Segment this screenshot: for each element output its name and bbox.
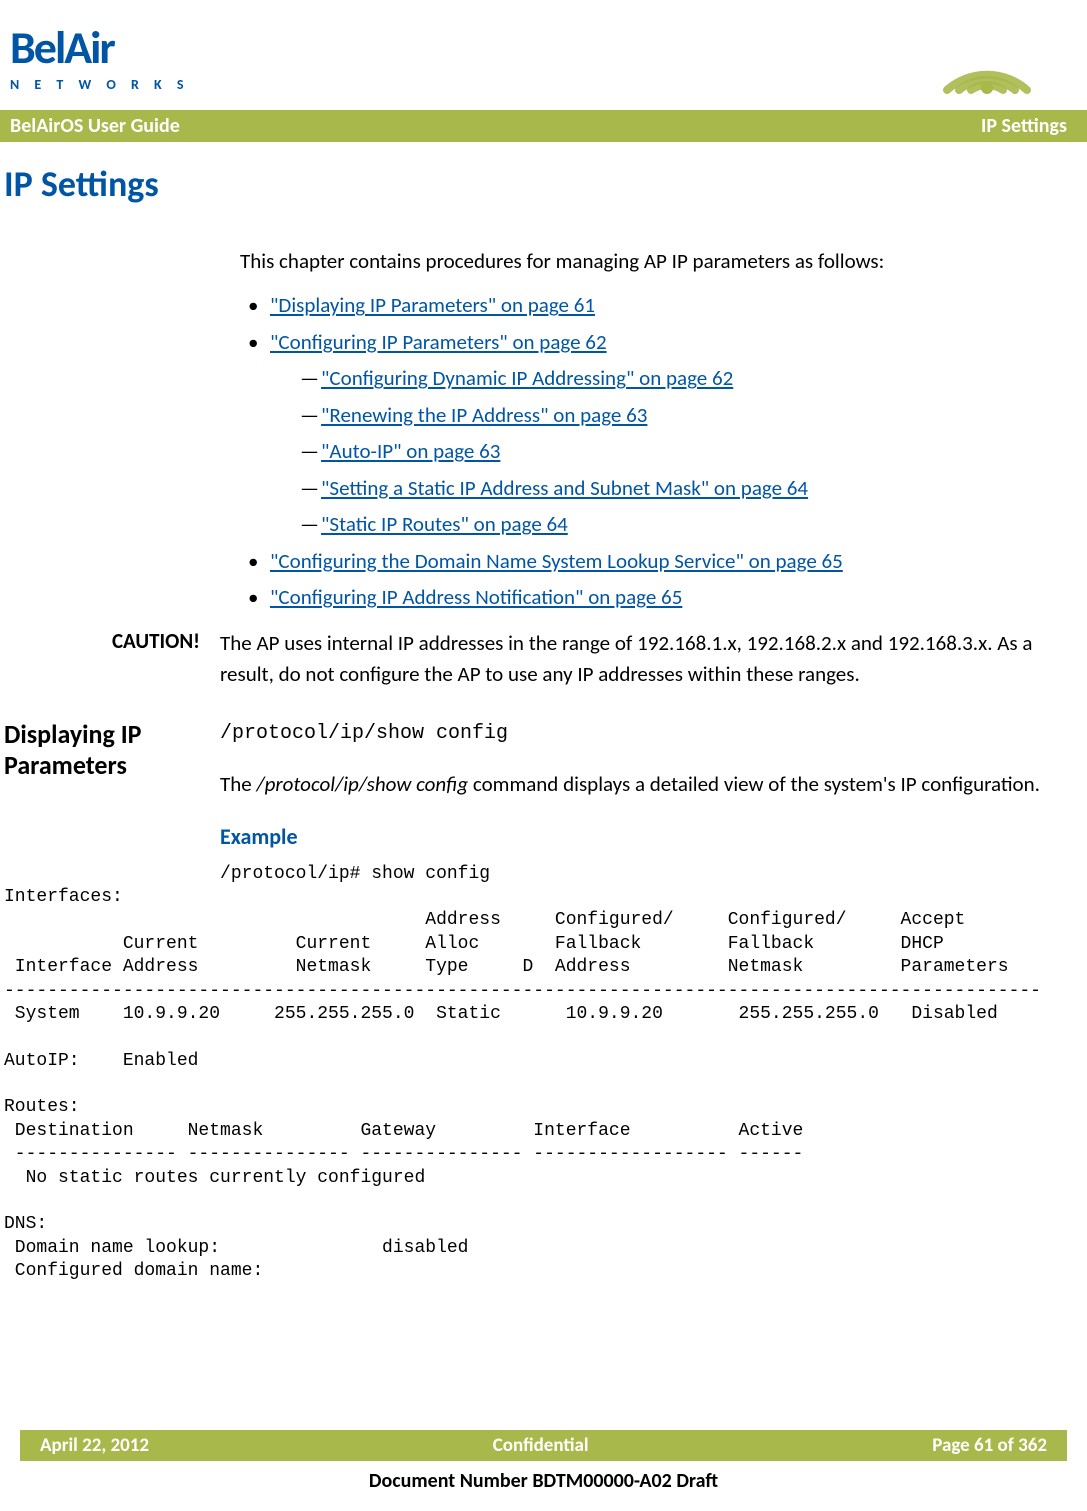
section-desc: The /protocol/ip/show config command dis…	[220, 769, 1057, 799]
document-number: Document Number BDTM00000-A02 Draft	[0, 1469, 1087, 1493]
footer-right: Page 61 of 362	[932, 1434, 1047, 1457]
chapter-title: IP Settings	[0, 162, 1087, 206]
section-body: /protocol/ip/show config The /protocol/i…	[220, 719, 1057, 852]
example-heading: Example	[220, 821, 1057, 853]
content-body: This chapter contains procedures for man…	[0, 246, 1087, 612]
header-logo-row: BelAir N E T W O R K S	[0, 20, 1087, 100]
header-left: BelAirOS User Guide	[10, 114, 180, 138]
toc-sublink-1[interactable]: "Configuring Dynamic IP Addressing" on p…	[321, 365, 733, 391]
brand-logo: BelAir N E T W O R K S	[10, 20, 189, 93]
footer-left: April 22, 2012	[40, 1434, 149, 1457]
toc-sublist: "Configuring Dynamic IP Addressing" on p…	[270, 363, 1047, 539]
footer-bar: April 22, 2012 Confidential Page 61 of 3…	[20, 1430, 1067, 1461]
command-line: /protocol/ip/show config	[220, 719, 1057, 748]
toc-sublink-5[interactable]: "Static IP Routes" on page 64	[321, 511, 568, 537]
toc-link-4[interactable]: "Configuring IP Address Notification" on…	[270, 584, 682, 610]
section-row: Displaying IP Parameters /protocol/ip/sh…	[0, 719, 1057, 852]
footer-center: Confidential	[493, 1434, 589, 1457]
toc-link-3[interactable]: "Configuring the Domain Name System Look…	[270, 548, 843, 574]
toc-link-1[interactable]: "Displaying IP Parameters" on page 61	[270, 292, 595, 318]
brand-sub: N E T W O R K S	[10, 76, 189, 93]
terminal-output: /protocol/ip# show config Interfaces: Ad…	[4, 863, 1087, 1284]
toc-list: "Displaying IP Parameters" on page 61 "C…	[240, 290, 1047, 612]
toc-sublink-3[interactable]: "Auto-IP" on page 63	[321, 438, 500, 464]
caution-label: CAUTION!	[0, 628, 220, 654]
caution-block: CAUTION! The AP uses internal IP address…	[0, 628, 1057, 689]
intro-text: This chapter contains procedures for man…	[240, 246, 1047, 276]
toc-link-2[interactable]: "Configuring IP Parameters" on page 62	[270, 329, 607, 355]
document-page: BelAir N E T W O R K S BelAirOS User Gui…	[0, 0, 1087, 1511]
brand-name: BelAir	[10, 20, 189, 76]
caution-text: The AP uses internal IP addresses in the…	[220, 628, 1057, 689]
header-right: IP Settings	[981, 114, 1067, 138]
section-heading: Displaying IP Parameters	[0, 719, 220, 781]
toc-sublink-2[interactable]: "Renewing the IP Address" on page 63	[321, 402, 647, 428]
header-bar: BelAirOS User Guide IP Settings	[0, 110, 1087, 142]
toc-sublink-4[interactable]: "Setting a Static IP Address and Subnet …	[321, 475, 808, 501]
wifi-icon	[927, 20, 1047, 100]
